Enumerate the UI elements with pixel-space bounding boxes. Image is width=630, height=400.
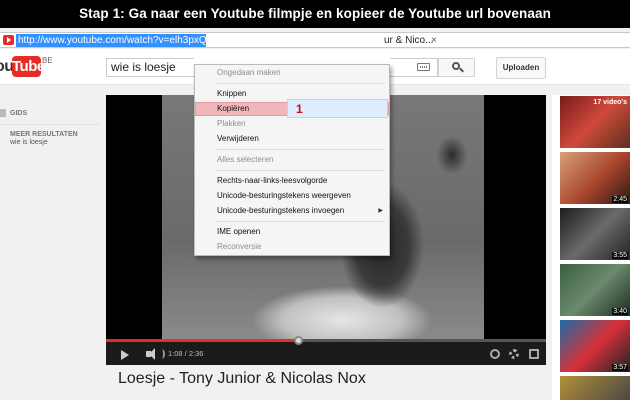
related-thumb[interactable]: 17 video's <box>560 96 630 148</box>
upload-button[interactable]: Uploaden <box>496 57 546 79</box>
menu-item-select-all: Alles selecteren <box>217 155 274 164</box>
related-thumb[interactable] <box>560 376 630 400</box>
youtube-logo-region: BE <box>42 56 53 65</box>
play-icon[interactable] <box>121 350 129 360</box>
guide-icon <box>0 109 6 117</box>
related-duration: 3:40 <box>612 308 628 315</box>
search-button[interactable] <box>438 58 475 77</box>
fullscreen-icon[interactable] <box>529 349 539 359</box>
related-duration: 2:45 <box>612 196 628 203</box>
keyboard-icon[interactable] <box>417 63 430 71</box>
context-menu: Ongedaan maken Knippen Kopiëren Plakken … <box>194 64 390 256</box>
url-selected-text[interactable]: http://www.youtube.com/watch?v=elh3pxQml… <box>16 34 206 47</box>
menu-item-show-unicode[interactable]: Unicode-besturingstekens weergeven <box>195 189 389 203</box>
related-thumb[interactable]: 3:55 <box>560 208 630 260</box>
menu-item-paste: Plakken <box>217 119 246 128</box>
menu-separator <box>215 149 385 150</box>
menu-item-reconversion: Reconversie <box>217 242 262 251</box>
related-duration: 3:55 <box>612 252 628 259</box>
related-thumb[interactable]: 3:40 <box>560 264 630 316</box>
step-number-annotation: 1 <box>296 102 303 116</box>
menu-separator <box>215 221 385 222</box>
search-input-end[interactable] <box>390 58 438 77</box>
youtube-logo-tube[interactable]: Tube <box>12 56 45 77</box>
tab-title-fragment[interactable]: ur & Nico... <box>384 34 433 47</box>
menu-item-rtl[interactable]: Rechts-naar-links-leesvolgorde <box>195 174 389 188</box>
menu-item-delete[interactable]: Verwijderen <box>195 132 389 146</box>
time-display: 1:08 / 2:36 <box>168 349 204 358</box>
related-thumb[interactable]: 3:57 <box>560 320 630 372</box>
browser-screenshot: http://www.youtube.com/watch?v=elh3pxQml… <box>0 28 630 400</box>
progress-played <box>106 339 298 342</box>
sidebar-divider <box>0 124 100 125</box>
menu-item-insert-unicode[interactable]: Unicode-besturingstekens invoegen ▶ <box>195 204 389 218</box>
tutorial-banner: Stap 1: Ga naar een Youtube filmpje en k… <box>0 0 630 28</box>
volume-icon[interactable] <box>146 348 155 360</box>
progress-scrubber[interactable] <box>293 336 303 345</box>
related-label: 17 video's <box>593 99 627 106</box>
video-title: Loesje - Tony Junior & Nicolas Nox <box>118 370 366 387</box>
more-results-link[interactable]: MEER RESULTATEN <box>10 131 78 138</box>
settings-gear-icon[interactable] <box>509 349 519 359</box>
progress-bar[interactable] <box>106 339 546 342</box>
guide-link[interactable]: GIDS <box>10 110 27 117</box>
player-controls: 1:08 / 2:36 <box>106 336 546 365</box>
youtube-favicon-icon <box>3 35 14 45</box>
related-videos: 17 video's 2:45 3:55 3:40 3:57 <box>552 95 630 400</box>
menu-item-insert-unicode-label: Unicode-besturingstekens invoegen <box>217 206 345 215</box>
search-input[interactable]: wie is loesje <box>106 58 194 77</box>
address-bar[interactable]: http://www.youtube.com/watch?v=elh3pxQml… <box>0 32 630 48</box>
more-results-query[interactable]: wie is loesje <box>10 139 48 146</box>
annotations-icon[interactable] <box>490 349 500 359</box>
tab-close-icon[interactable]: × <box>431 34 437 47</box>
menu-item-ime-open[interactable]: IME openen <box>195 225 389 239</box>
menu-item-undo: Ongedaan maken <box>217 68 281 77</box>
related-thumb[interactable]: 2:45 <box>560 152 630 204</box>
menu-separator <box>215 83 385 84</box>
related-duration: 3:57 <box>612 364 628 371</box>
submenu-arrow-icon: ▶ <box>378 208 383 214</box>
menu-separator <box>215 170 385 171</box>
